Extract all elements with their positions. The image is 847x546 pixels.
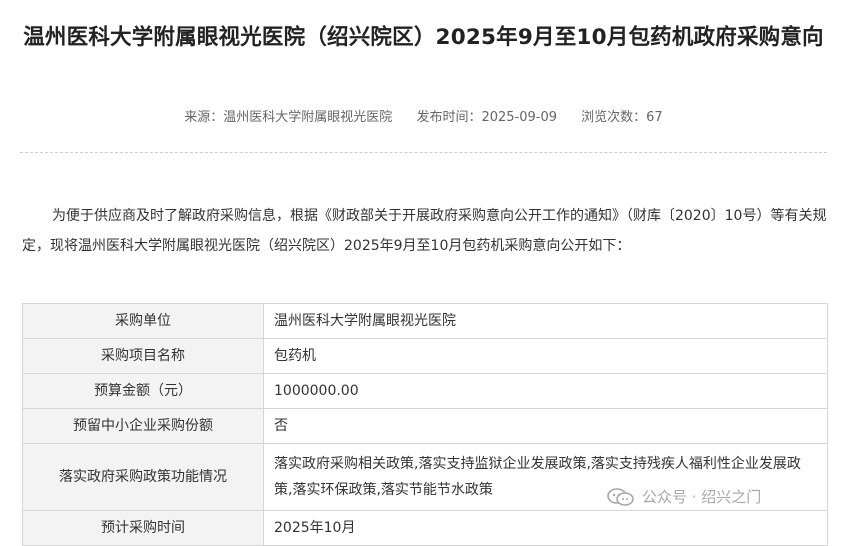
intro-paragraph: 为便于供应商及时了解政府采购信息，根据《财政部关于开展政府采购意向公开工作的通知…	[22, 208, 827, 254]
row-value: 包药机	[263, 338, 828, 374]
row-value: 温州医科大学附属眼视光医院	[263, 303, 828, 339]
row-label: 预计采购时间	[22, 510, 264, 546]
article-meta: 来源：温州医科大学附属眼视光医院 发布时间：2025-09-09 浏览次数：67	[0, 108, 847, 128]
publish-date: 发布时间：2025-09-09	[416, 110, 558, 125]
table-row: 预算金额（元） 1000000.00	[22, 373, 828, 409]
table-row: 采购项目名称 包药机	[22, 338, 828, 374]
row-label: 落实政府采购政策功能情况	[22, 443, 264, 511]
row-label: 预算金额（元）	[22, 373, 264, 409]
table-row: 采购单位 温州医科大学附属眼视光医院	[22, 303, 828, 339]
row-value: 否	[263, 408, 828, 444]
watermark-text: 公众号 · 绍兴之门	[642, 488, 762, 506]
wechat-icon	[607, 488, 634, 506]
procurement-table: 采购单位 温州医科大学附属眼视光医院 采购项目名称 包药机 预算金额（元） 10…	[22, 303, 828, 546]
row-value: 2025年10月	[263, 510, 828, 546]
row-label: 采购单位	[22, 303, 264, 339]
watermark: 公众号 · 绍兴之门	[606, 487, 761, 507]
table-row: 预计采购时间 2025年10月	[22, 510, 828, 546]
source-label: 来源：温州医科大学附属眼视光医院	[184, 110, 393, 125]
row-label: 预留中小企业采购份额	[22, 408, 264, 444]
row-value: 1000000.00	[263, 373, 828, 409]
view-count: 浏览次数：67	[581, 110, 663, 125]
divider	[20, 152, 827, 153]
table-row: 预留中小企业采购份额 否	[22, 408, 828, 444]
row-label: 采购项目名称	[22, 338, 264, 374]
page-title: 温州医科大学附属眼视光医院（绍兴院区）2025年9月至10月包药机政府采购意向	[23, 25, 824, 50]
